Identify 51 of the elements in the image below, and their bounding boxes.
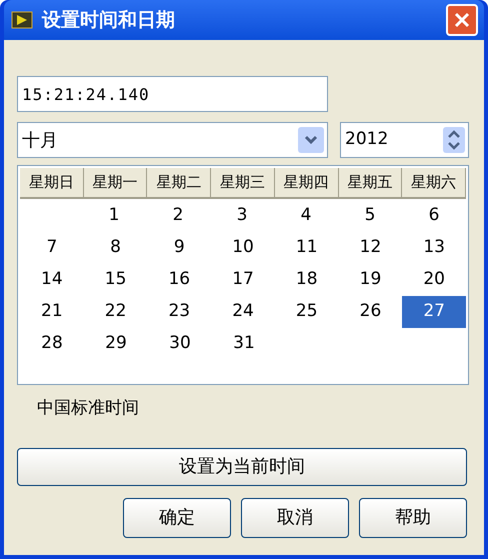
calendar-day[interactable]: 13 (402, 232, 466, 264)
calendar-day[interactable]: 28 (20, 328, 84, 360)
calendar-day[interactable]: 3 (210, 200, 274, 232)
calendar-day[interactable]: 24 (211, 296, 275, 328)
calendar-day[interactable]: 15 (84, 264, 148, 296)
calendar-day[interactable]: 7 (20, 232, 84, 264)
spin-arrows-icon (443, 127, 465, 153)
calendar-day[interactable]: 6 (402, 200, 466, 232)
window-title: 设置时间和日期 (42, 8, 176, 33)
calendar-day[interactable]: 30 (148, 328, 212, 360)
calendar-day[interactable]: 12 (338, 232, 402, 264)
calendar-day[interactable]: 29 (84, 328, 148, 360)
calendar-day[interactable]: 17 (211, 264, 275, 296)
year-spinner[interactable]: 2012 (340, 122, 469, 158)
calendar-day[interactable]: 4 (274, 200, 338, 232)
dialog-button[interactable]: 确定 (123, 498, 231, 538)
calendar-day[interactable]: 14 (20, 264, 84, 296)
weekday-header: 星期日 (20, 168, 84, 199)
dialog-button[interactable]: 帮助 (359, 498, 467, 538)
set-current-time-button[interactable]: 设置为当前时间 (17, 448, 467, 486)
close-button[interactable] (446, 4, 478, 36)
calendar-day[interactable]: 2 (146, 200, 210, 232)
calendar-day[interactable]: 20 (402, 264, 466, 296)
calendar-day[interactable]: 21 (20, 296, 84, 328)
weekday-header: 星期六 (402, 168, 466, 199)
calendar-day[interactable]: 26 (338, 296, 402, 328)
close-icon (454, 12, 470, 28)
calendar-day[interactable]: 11 (274, 232, 339, 264)
calendar-day[interactable]: 16 (147, 264, 212, 296)
weekday-header: 星期五 (338, 168, 402, 199)
calendar-day[interactable]: 1 (82, 200, 146, 232)
calendar-day[interactable]: 9 (147, 232, 212, 264)
calendar-day[interactable]: 19 (338, 264, 402, 296)
time-field[interactable]: 15:21:24.140 (17, 76, 328, 112)
calendar-day[interactable]: 22 (84, 296, 148, 328)
calendar-day[interactable]: 10 (211, 232, 275, 264)
calendar-day[interactable]: 27 (402, 296, 466, 328)
weekday-header: 星期二 (147, 168, 212, 199)
dialog-button[interactable]: 取消 (241, 498, 349, 538)
weekday-header: 星期三 (211, 168, 275, 199)
calendar-day[interactable]: 23 (147, 296, 212, 328)
weekday-header: 星期四 (274, 168, 339, 199)
calendar-day[interactable]: 5 (338, 200, 402, 232)
calendar-day[interactable]: 31 (212, 328, 276, 360)
month-dropdown[interactable]: 十月 (17, 122, 328, 158)
calendar-day[interactable]: 18 (274, 264, 339, 296)
timezone-label: 中国标准时间 (37, 397, 139, 420)
calendar-day[interactable]: 8 (84, 232, 148, 264)
app-icon (10, 10, 34, 30)
calendar-day[interactable]: 25 (274, 296, 339, 328)
weekday-header: 星期一 (84, 168, 148, 199)
